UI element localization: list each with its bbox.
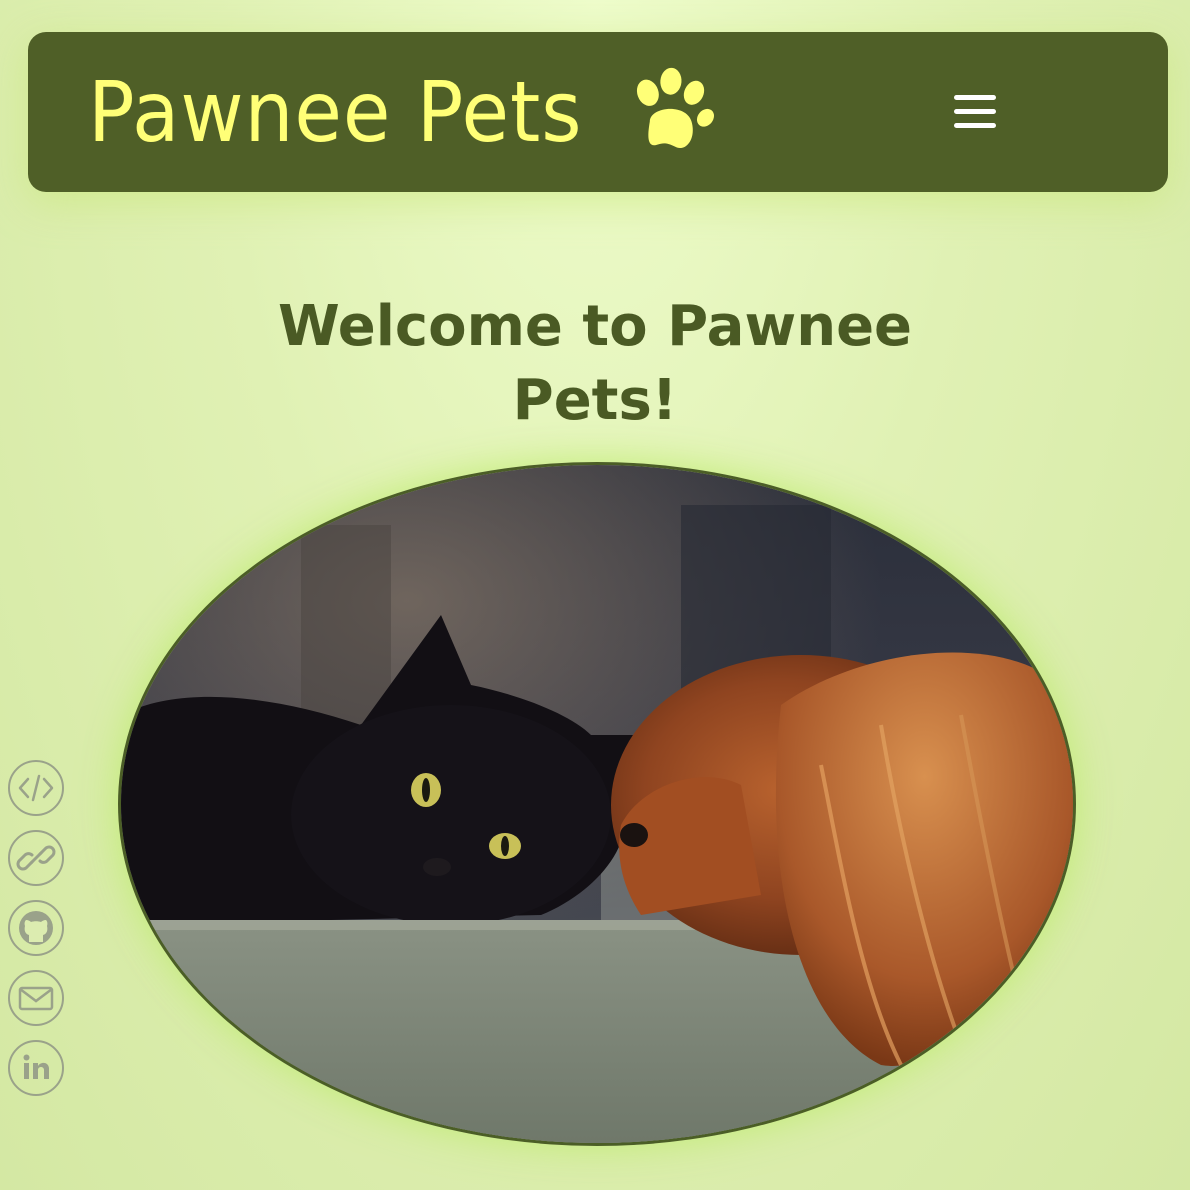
link-icon-glyph [16, 845, 56, 871]
email-icon[interactable] [8, 970, 64, 1026]
paw-icon [637, 67, 715, 149]
link-icon[interactable] [8, 830, 64, 886]
navbar: Pawnee Pets [28, 32, 1168, 192]
github-icon[interactable] [8, 900, 64, 956]
hamburger-bar [954, 95, 996, 100]
linkedin-icon[interactable] [8, 1040, 64, 1096]
hamburger-menu-icon[interactable] [948, 90, 1002, 134]
github-icon-glyph [19, 911, 53, 945]
brand-link[interactable]: Pawnee Pets [88, 52, 717, 172]
hero-image [118, 462, 1076, 1146]
code-icon[interactable] [8, 760, 64, 816]
email-icon-glyph [18, 986, 54, 1011]
hero-photo [121, 465, 1073, 1143]
hamburger-bar [954, 109, 996, 114]
code-icon-glyph [18, 774, 54, 802]
page-title: Welcome to Pawnee Pets! [277, 294, 913, 433]
social-links [8, 760, 68, 1110]
brand-name: Pawnee Pets [88, 63, 583, 161]
hamburger-bar [954, 123, 996, 128]
linkedin-icon-glyph [23, 1054, 49, 1079]
